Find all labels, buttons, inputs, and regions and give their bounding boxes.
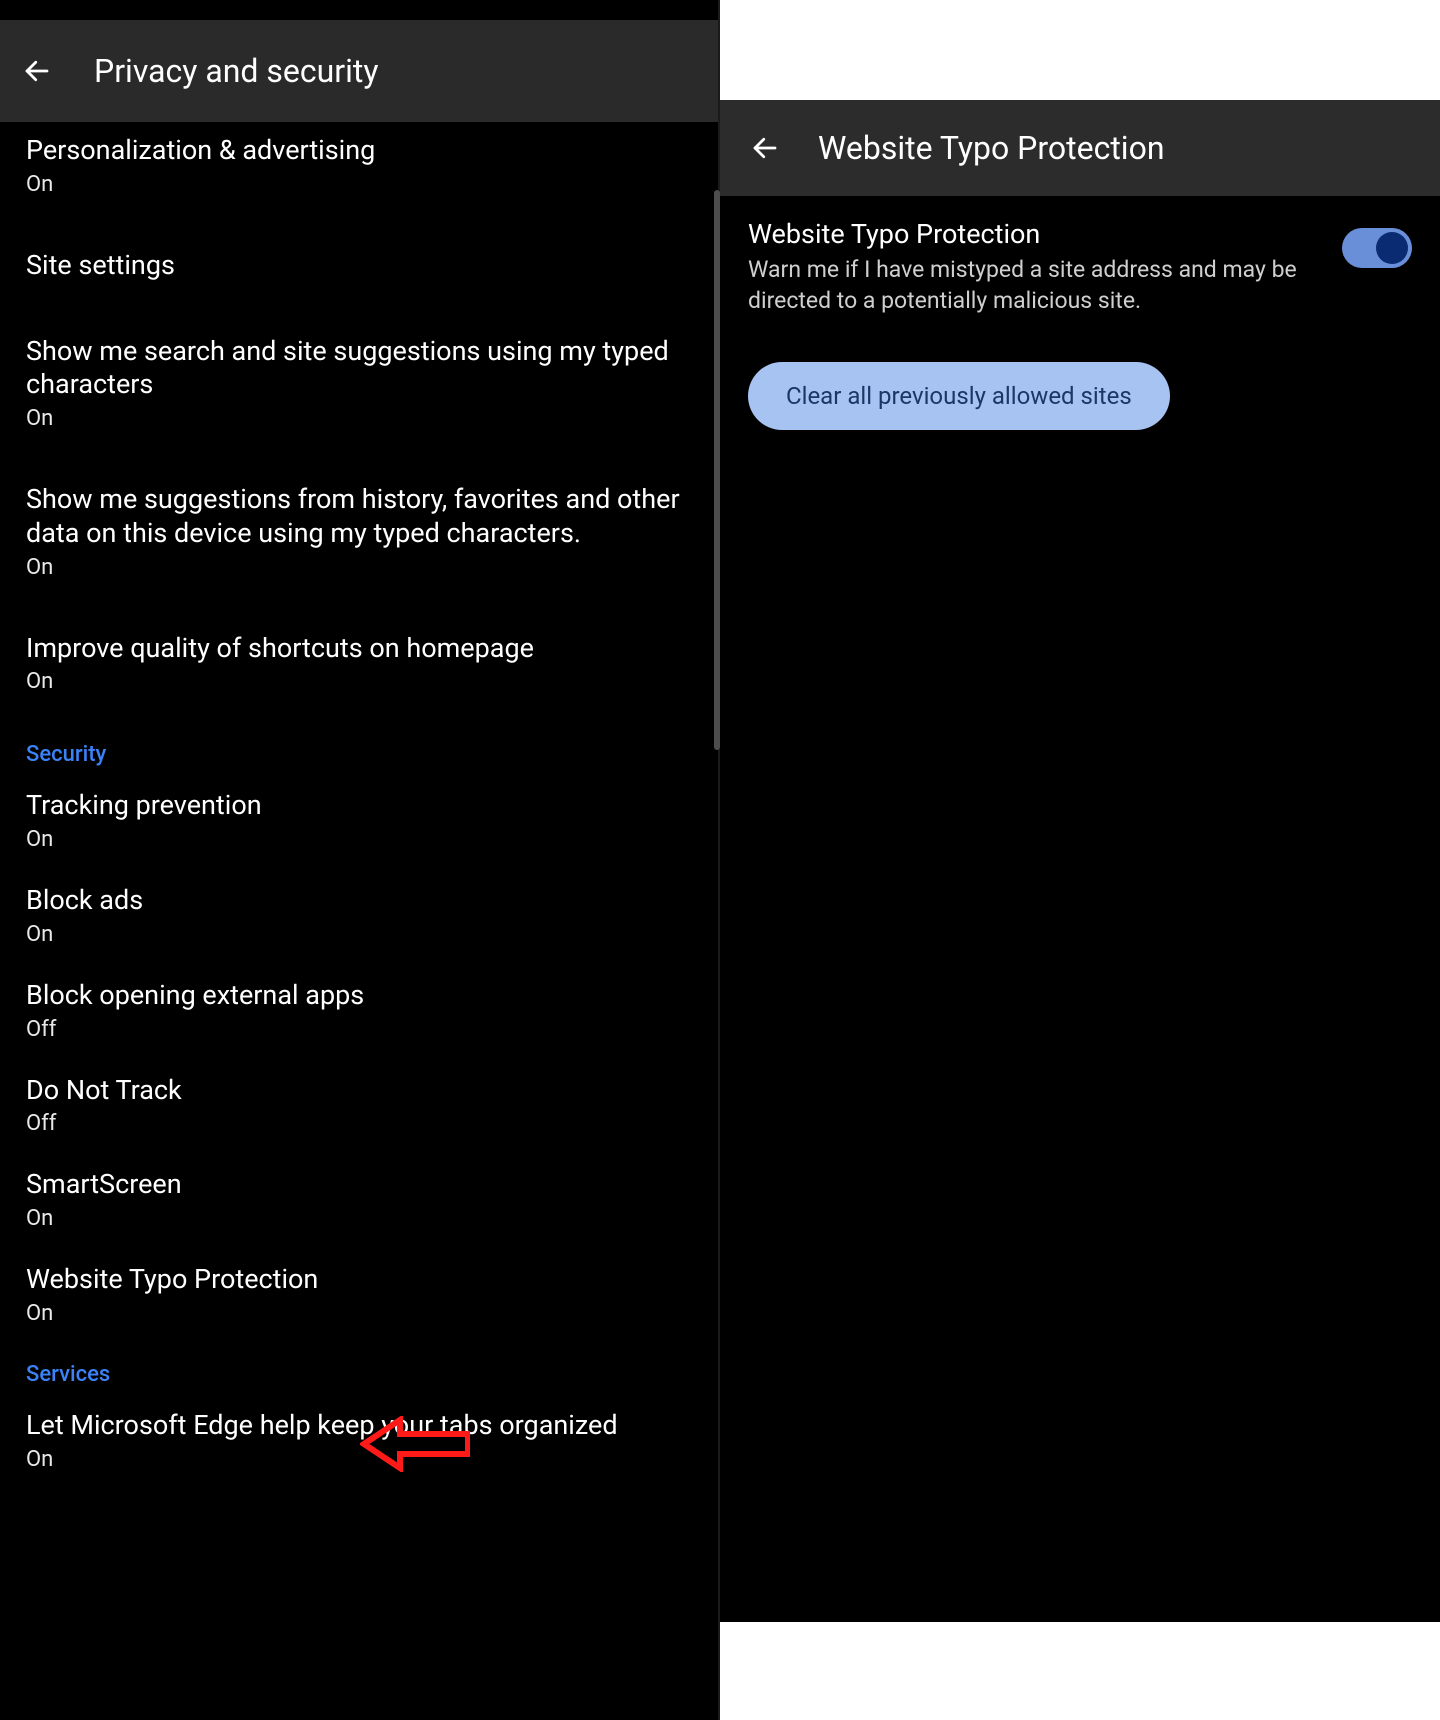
setting-status: On bbox=[26, 1447, 694, 1472]
setting-title: Show me search and site suggestions usin… bbox=[26, 335, 694, 403]
settings-list: Personalization & advertising On Site se… bbox=[0, 122, 720, 1720]
setting-status: On bbox=[26, 669, 694, 694]
setting-item-smartscreen[interactable]: SmartScreen On bbox=[26, 1150, 694, 1245]
setting-item-block-ads[interactable]: Block ads On bbox=[26, 866, 694, 961]
bottom-whitespace bbox=[720, 1622, 1440, 1720]
setting-status: On bbox=[26, 922, 694, 947]
privacy-security-panel: Privacy and security Personalization & a… bbox=[0, 0, 720, 1720]
setting-status: On bbox=[26, 406, 694, 431]
setting-item-block-external-apps[interactable]: Block opening external apps Off bbox=[26, 961, 694, 1056]
setting-title: Block ads bbox=[26, 884, 694, 918]
setting-item-site-settings[interactable]: Site settings bbox=[26, 223, 694, 309]
toggle-text: Website Typo Protection Warn me if I hav… bbox=[748, 218, 1342, 316]
setting-item-history-suggestions[interactable]: Show me suggestions from history, favori… bbox=[26, 457, 694, 606]
typo-protection-body: Website Typo Protection Warn me if I hav… bbox=[720, 196, 1440, 1622]
setting-title: Personalization & advertising bbox=[26, 134, 694, 168]
setting-title: Tracking prevention bbox=[26, 789, 694, 823]
section-header-services: Services bbox=[26, 1340, 694, 1391]
setting-status: On bbox=[26, 1206, 694, 1231]
setting-title: Block opening external apps bbox=[26, 979, 694, 1013]
switch-knob bbox=[1376, 232, 1408, 264]
setting-title: Do Not Track bbox=[26, 1074, 694, 1108]
setting-status: On bbox=[26, 1301, 694, 1326]
setting-item-do-not-track[interactable]: Do Not Track Off bbox=[26, 1056, 694, 1151]
setting-status: Off bbox=[26, 1017, 694, 1042]
header-bar: Website Typo Protection bbox=[720, 100, 1440, 196]
section-header-security: Security bbox=[26, 720, 694, 771]
setting-title: Improve quality of shortcuts on homepage bbox=[26, 632, 694, 666]
typo-protection-toggle-row: Website Typo Protection Warn me if I hav… bbox=[748, 218, 1412, 316]
setting-item-website-typo-protection[interactable]: Website Typo Protection On bbox=[26, 1245, 694, 1340]
top-whitespace bbox=[720, 0, 1440, 100]
setting-status: On bbox=[26, 172, 694, 197]
setting-item-search-suggestions[interactable]: Show me search and site suggestions usin… bbox=[26, 309, 694, 458]
page-title: Website Typo Protection bbox=[818, 129, 1164, 167]
setting-title: Show me suggestions from history, favori… bbox=[26, 483, 694, 551]
setting-item-tabs-organized[interactable]: Let Microsoft Edge help keep your tabs o… bbox=[26, 1391, 694, 1486]
typo-protection-panel: Website Typo Protection Website Typo Pro… bbox=[720, 0, 1440, 1720]
toggle-title: Website Typo Protection bbox=[748, 218, 1318, 250]
page-title: Privacy and security bbox=[94, 52, 378, 90]
setting-item-personalization[interactable]: Personalization & advertising On bbox=[26, 122, 694, 223]
setting-status: On bbox=[26, 827, 694, 852]
setting-title: SmartScreen bbox=[26, 1168, 694, 1202]
setting-status: On bbox=[26, 555, 694, 580]
toggle-description: Warn me if I have mistyped a site addres… bbox=[748, 254, 1318, 316]
scrollbar-thumb[interactable] bbox=[714, 190, 720, 750]
header-bar: Privacy and security bbox=[0, 20, 720, 122]
back-arrow-icon[interactable] bbox=[748, 131, 782, 165]
setting-title: Site settings bbox=[26, 249, 694, 283]
setting-item-shortcuts-quality[interactable]: Improve quality of shortcuts on homepage… bbox=[26, 606, 694, 721]
setting-item-tracking-prevention[interactable]: Tracking prevention On bbox=[26, 771, 694, 866]
setting-title: Website Typo Protection bbox=[26, 1263, 694, 1297]
clear-allowed-sites-button[interactable]: Clear all previously allowed sites bbox=[748, 362, 1170, 430]
back-arrow-icon[interactable] bbox=[20, 54, 54, 88]
setting-status: Off bbox=[26, 1111, 694, 1136]
setting-title: Let Microsoft Edge help keep your tabs o… bbox=[26, 1409, 694, 1443]
typo-protection-switch[interactable] bbox=[1342, 228, 1412, 268]
